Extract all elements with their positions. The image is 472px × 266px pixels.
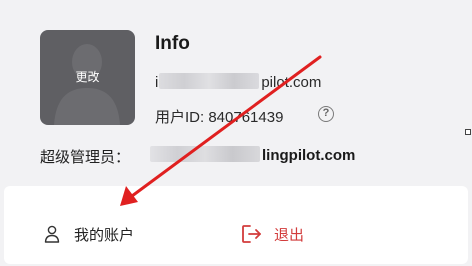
email-prefix: i	[155, 74, 159, 91]
email-suffix: pilot.com	[261, 74, 322, 91]
user-name: Info	[155, 33, 190, 54]
my-account-button[interactable]: 我的账户	[44, 223, 134, 245]
logout-icon	[242, 225, 261, 243]
logout-button[interactable]: 退出	[240, 222, 304, 246]
user-icon	[44, 225, 60, 243]
profile-card: 更改 Info i pilot.com 用户ID: 840761439 ? 超级管…	[0, 0, 472, 186]
avatar[interactable]: 更改	[40, 30, 135, 125]
user-id-value: 840761439	[208, 109, 284, 126]
admin-label: 超级管理员：	[40, 149, 131, 166]
question-circle-icon[interactable]: ?	[318, 106, 334, 122]
user-id: 用户ID: 840761439	[155, 106, 283, 127]
change-avatar-label[interactable]: 更改	[40, 68, 135, 85]
admin-email-suffix: lingpilot.com	[262, 147, 356, 164]
redacted-region	[150, 146, 260, 162]
user-email: i pilot.com	[155, 73, 321, 91]
redacted-region	[159, 73, 260, 89]
resize-handle[interactable]	[465, 129, 471, 135]
logout-label: 退出	[274, 226, 305, 244]
actions-bar: 我的账户 退出	[4, 186, 468, 264]
user-id-label: 用户ID:	[155, 109, 209, 126]
admin-email: lingpilot.com	[150, 146, 355, 164]
my-account-label: 我的账户	[74, 226, 135, 244]
